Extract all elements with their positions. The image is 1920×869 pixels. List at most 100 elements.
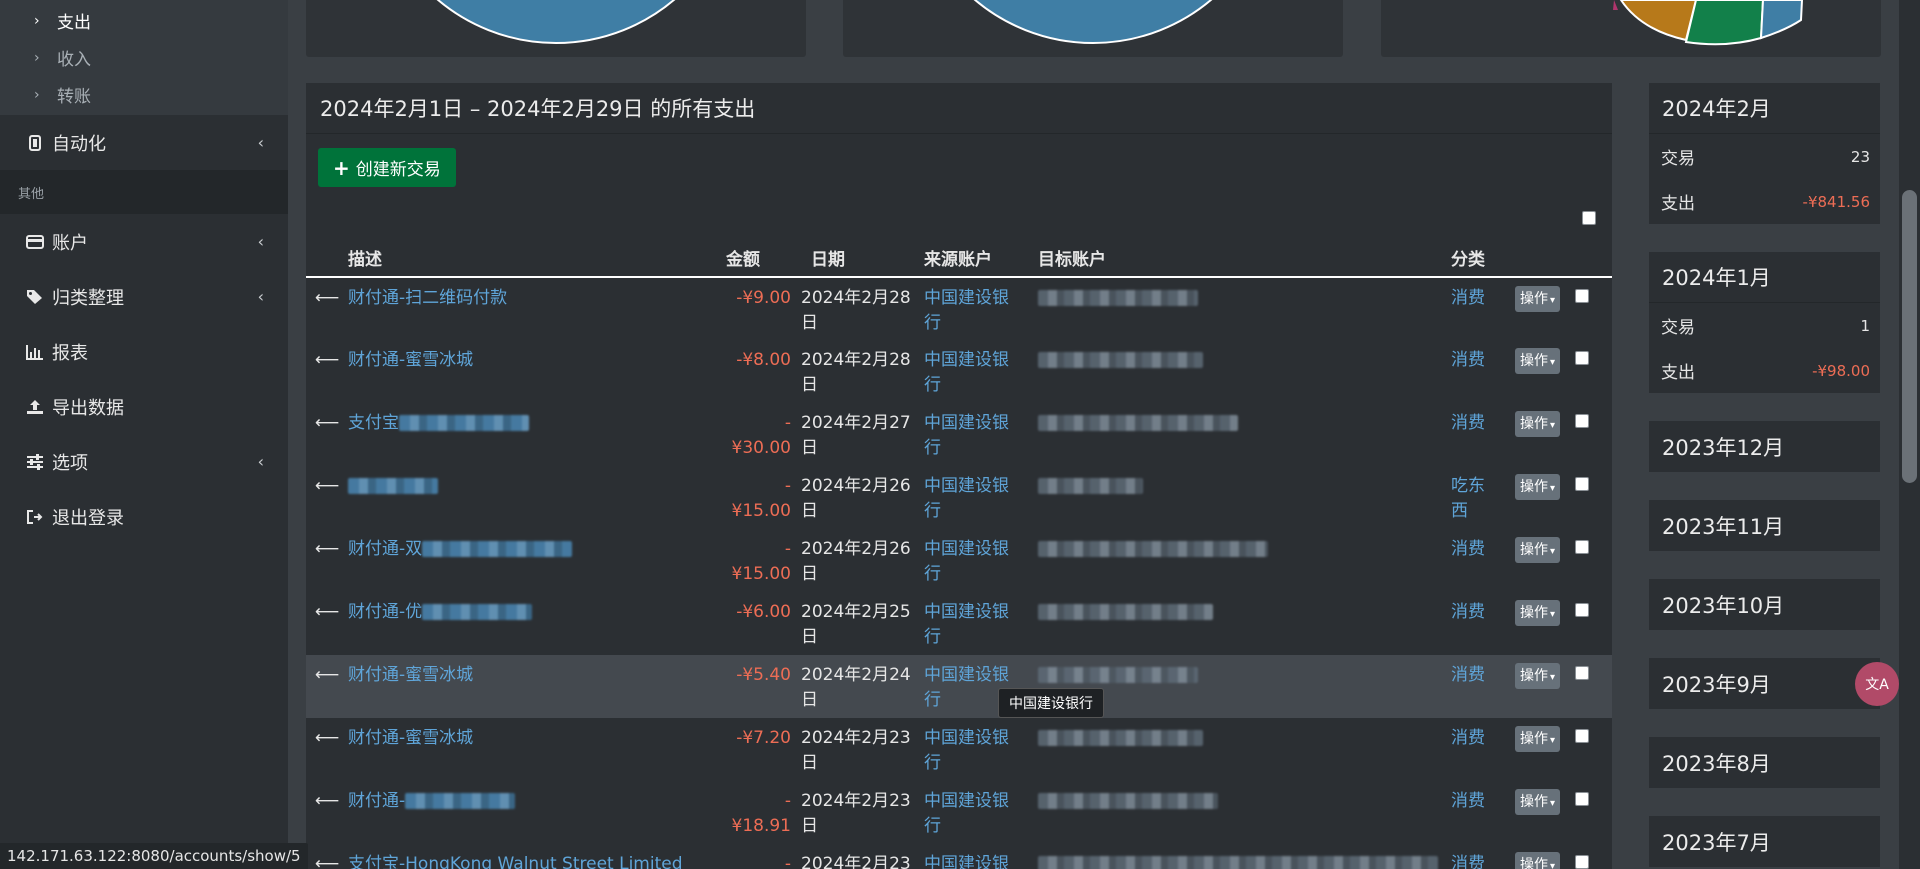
col-header-dest[interactable]: 目标账户	[1038, 239, 1451, 278]
source-account-link[interactable]: 中国建设银行	[924, 781, 1038, 844]
desc-text[interactable]: 支付宝-HongKong Walnut Street Limited	[348, 854, 683, 869]
col-header-category[interactable]: 分类	[1451, 239, 1515, 278]
source-account-link[interactable]: 中国建设银行	[924, 844, 1038, 869]
select-all-checkbox[interactable]	[1582, 210, 1596, 229]
source-line[interactable]: 行	[924, 562, 1038, 587]
desc-text[interactable]: 财付通-	[348, 791, 405, 811]
checkbox[interactable]	[1582, 211, 1596, 225]
category-text[interactable]: 消费	[1451, 537, 1491, 562]
month-title[interactable]: 2023年8月	[1649, 737, 1880, 788]
actions-dropdown-button[interactable]: 操作 ▾	[1515, 474, 1561, 500]
row-checkbox[interactable]	[1575, 855, 1589, 869]
source-line[interactable]: 中国建设银	[924, 789, 1038, 814]
row-checkbox[interactable]	[1575, 603, 1589, 617]
table-row[interactable]: ⟵ 财付通-蜜雪冰城 -¥5.40 2024年2月24 日中国建设银行消费 操作 ▾	[306, 655, 1612, 718]
category-link[interactable]: 消费	[1451, 718, 1515, 781]
transaction-desc[interactable]: 财付通-蜜雪冰城	[348, 655, 726, 718]
dest-account-link[interactable]	[1038, 844, 1451, 869]
source-line[interactable]: 中国建设银	[924, 348, 1038, 373]
table-row[interactable]: ⟵ 财付通-双 -¥15.00 2024年2月26 日中国建设银行消费 操作 ▾	[306, 529, 1612, 592]
category-link[interactable]: 消费	[1451, 844, 1515, 869]
row-checkbox[interactable]	[1575, 666, 1589, 680]
source-line[interactable]: 行	[924, 814, 1038, 839]
sidebar-subitem-transfers[interactable]: › 转账	[0, 76, 288, 113]
category-link[interactable]: 消费	[1451, 340, 1515, 403]
transaction-desc[interactable]: 财付通-优	[348, 592, 726, 655]
month-title[interactable]: 2023年11月	[1649, 500, 1880, 551]
dest-account-link[interactable]	[1038, 592, 1451, 655]
source-line[interactable]: 行	[924, 625, 1038, 650]
transaction-desc[interactable]: 支付宝	[348, 403, 726, 466]
dest-account-link[interactable]	[1038, 277, 1451, 340]
source-line[interactable]: 中国建设银	[924, 286, 1038, 311]
sidebar-item-classification[interactable]: 归类整理 ‹	[0, 269, 288, 324]
category-text[interactable]: 消费	[1451, 789, 1491, 814]
transaction-desc[interactable]: 财付通-蜜雪冰城	[348, 718, 726, 781]
col-header-date[interactable]: 日期	[801, 239, 924, 278]
source-line[interactable]: 中国建设银	[924, 411, 1038, 436]
desc-text[interactable]: 财付通-双	[348, 539, 422, 559]
actions-dropdown-button[interactable]: 操作 ▾	[1515, 411, 1561, 437]
row-checkbox[interactable]	[1575, 351, 1589, 365]
actions-dropdown-button[interactable]: 操作 ▾	[1515, 852, 1561, 869]
desc-text[interactable]: 财付通-扫二维码付款	[348, 288, 507, 308]
row-checkbox[interactable]	[1575, 289, 1589, 303]
sidebar-subitem-expenses[interactable]: › 支出	[0, 2, 288, 39]
table-row[interactable]: ⟵ -¥15.00 2024年2月26 日中国建设银行吃东西 操作 ▾	[306, 466, 1612, 529]
month-title[interactable]: 2023年12月	[1649, 421, 1880, 472]
category-link[interactable]: 消费	[1451, 592, 1515, 655]
desc-text[interactable]: 财付通-蜜雪冰城	[348, 728, 473, 748]
sidebar-item-export[interactable]: 导出数据	[0, 379, 288, 434]
source-line[interactable]: 行	[924, 373, 1038, 398]
source-line[interactable]: 中国建设银	[924, 726, 1038, 751]
desc-text[interactable]: 财付通-优	[348, 602, 422, 622]
col-header-amount[interactable]: 金额	[726, 239, 801, 278]
table-row[interactable]: ⟵ 财付通-蜜雪冰城 -¥7.20 2024年2月23 日中国建设银行消费 操作 ▾	[306, 718, 1612, 781]
source-line[interactable]: 中国建设银	[924, 474, 1038, 499]
sidebar-subitem-income[interactable]: › 收入	[0, 39, 288, 76]
row-checkbox[interactable]	[1575, 414, 1589, 428]
sidebar-item-logout[interactable]: 退出登录	[0, 489, 288, 544]
source-account-link[interactable]: 中国建设银行	[924, 529, 1038, 592]
dest-account-link[interactable]	[1038, 718, 1451, 781]
category-text[interactable]: 消费	[1451, 600, 1491, 625]
actions-dropdown-button[interactable]: 操作 ▾	[1515, 286, 1561, 312]
month-title[interactable]: 2023年9月	[1649, 658, 1880, 709]
transaction-desc[interactable]	[348, 466, 726, 529]
dest-account-link[interactable]	[1038, 466, 1451, 529]
scrollbar-thumb[interactable]	[1902, 190, 1917, 483]
source-line[interactable]: 中国建设银	[924, 663, 1038, 688]
col-header-source[interactable]: 来源账户	[924, 239, 1038, 278]
category-text[interactable]: 消费	[1451, 411, 1491, 436]
row-checkbox[interactable]	[1575, 792, 1589, 806]
actions-dropdown-button[interactable]: 操作 ▾	[1515, 348, 1561, 374]
source-line[interactable]: 行	[924, 751, 1038, 776]
source-line[interactable]: 中国建设银	[924, 852, 1038, 869]
category-text[interactable]: 吃东西	[1451, 474, 1491, 524]
month-title[interactable]: 2023年10月	[1649, 579, 1880, 630]
category-link[interactable]: 吃东西	[1451, 466, 1515, 529]
table-row[interactable]: ⟵ 财付通- -¥18.91 2024年2月23 日中国建设银行消费 操作 ▾	[306, 781, 1612, 844]
category-text[interactable]: 消费	[1451, 286, 1491, 311]
transaction-desc[interactable]: 财付通-扫二维码付款	[348, 277, 726, 340]
actions-dropdown-button[interactable]: 操作 ▾	[1515, 537, 1561, 563]
category-text[interactable]: 消费	[1451, 663, 1491, 688]
source-line[interactable]: 中国建设银	[924, 537, 1038, 562]
dest-account-link[interactable]	[1038, 529, 1451, 592]
source-account-link[interactable]: 中国建设银行	[924, 340, 1038, 403]
actions-dropdown-button[interactable]: 操作 ▾	[1515, 600, 1561, 626]
transaction-desc[interactable]: 财付通-双	[348, 529, 726, 592]
source-account-link[interactable]: 中国建设银行	[924, 592, 1038, 655]
actions-dropdown-button[interactable]: 操作 ▾	[1515, 663, 1561, 689]
dest-account-link[interactable]	[1038, 340, 1451, 403]
table-row[interactable]: ⟵ 财付通-扫二维码付款 -¥9.00 2024年2月28 日中国建设银行消费 操作 ▾	[306, 277, 1612, 340]
source-line[interactable]: 行	[924, 311, 1038, 336]
category-link[interactable]: 消费	[1451, 277, 1515, 340]
table-row[interactable]: ⟵ 财付通-蜜雪冰城 -¥8.00 2024年2月28 日中国建设银行消费 操作 ▾	[306, 340, 1612, 403]
col-header-desc[interactable]: 描述	[348, 239, 726, 278]
desc-text[interactable]: 支付宝	[348, 413, 399, 433]
category-text[interactable]: 消费	[1451, 348, 1491, 373]
source-account-link[interactable]: 中国建设银行	[924, 403, 1038, 466]
source-line[interactable]: 行	[924, 499, 1038, 524]
dest-account-link[interactable]	[1038, 403, 1451, 466]
